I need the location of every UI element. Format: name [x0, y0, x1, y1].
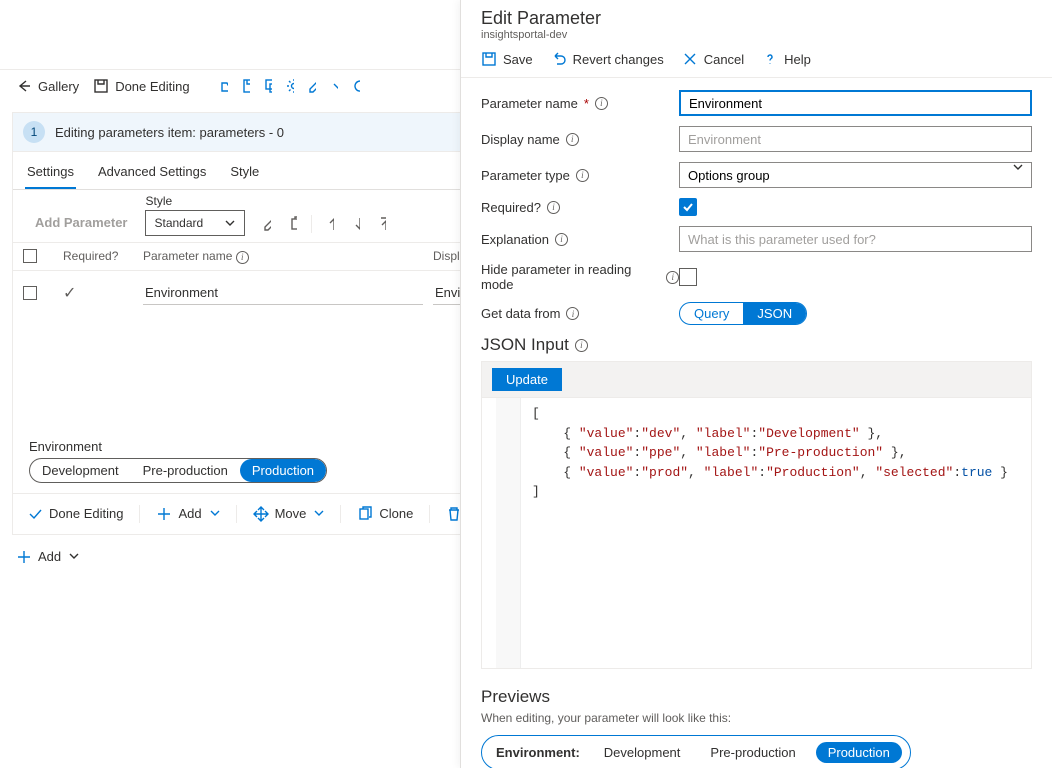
settings-icon[interactable] [282, 78, 298, 94]
add-parameter-button[interactable]: Add Parameter [25, 209, 137, 236]
json-input-heading: JSON Input i [481, 335, 1032, 355]
parameter-type-select[interactable] [679, 162, 1032, 188]
undo-icon [551, 51, 567, 67]
save-icon-2[interactable] [238, 78, 254, 94]
option-development[interactable]: Development [30, 459, 131, 482]
panel-subtitle: insightsportal-dev [481, 29, 1032, 41]
explanation-input[interactable] [679, 226, 1032, 252]
option-json[interactable]: JSON [743, 303, 806, 324]
info-icon[interactable]: i [566, 307, 579, 320]
option-preproduction[interactable]: Pre-production [131, 459, 240, 482]
tab-advanced[interactable]: Advanced Settings [96, 158, 208, 189]
required-checkbox[interactable] [679, 198, 697, 216]
step-badge: 1 [23, 121, 45, 143]
option-preproduction[interactable]: Pre-production [700, 742, 805, 763]
edit-icon[interactable] [304, 78, 320, 94]
select-all-checkbox[interactable] [23, 249, 37, 263]
revert-button[interactable]: Revert changes [551, 51, 664, 67]
options-group[interactable]: Development Pre-production Production [29, 458, 327, 483]
done-editing-link[interactable]: Done Editing [89, 76, 193, 96]
chevron-down-icon [222, 215, 238, 231]
chevron-down-icon [1010, 159, 1026, 175]
preview-label: Environment: [496, 745, 580, 760]
save-as-icon[interactable] [260, 78, 276, 94]
info-icon[interactable]: i [236, 251, 249, 264]
info-icon[interactable]: i [576, 169, 589, 182]
save-icon [93, 78, 109, 94]
update-button[interactable]: Update [492, 368, 562, 391]
tab-style[interactable]: Style [228, 158, 261, 189]
info-icon[interactable]: i [547, 201, 560, 214]
option-query[interactable]: Query [680, 303, 743, 324]
save-button[interactable]: Save [481, 51, 533, 67]
parameter-name-input[interactable] [679, 90, 1032, 116]
info-icon[interactable]: i [595, 97, 608, 110]
style-select[interactable]: Standard [145, 210, 245, 236]
chevron-down-icon [312, 506, 324, 522]
preview-control: Environment: Development Pre-production … [481, 735, 911, 768]
param-name-input[interactable] [143, 281, 423, 305]
move-icon [253, 506, 269, 522]
arrow-down-icon[interactable] [348, 216, 364, 232]
arrow-up-icon[interactable] [322, 216, 338, 232]
open-icon[interactable] [216, 78, 232, 94]
move-top-icon[interactable] [374, 216, 390, 232]
option-development[interactable]: Development [594, 742, 691, 763]
tab-settings[interactable]: Settings [25, 158, 76, 189]
chevron-down-icon [67, 549, 79, 565]
edit-icon[interactable] [259, 216, 275, 232]
edit-parameter-panel: Edit Parameter insightsportal-dev Save R… [460, 0, 1052, 768]
cancel-button[interactable]: Cancel [682, 51, 744, 67]
chevron-down-icon[interactable] [326, 78, 342, 94]
style-label: Style [145, 194, 245, 208]
help-icon [762, 51, 778, 67]
previews-section: Previews When editing, your parameter wi… [481, 687, 1032, 768]
save-icon [481, 51, 497, 67]
done-editing-button[interactable]: Done Editing [19, 502, 131, 526]
help-button[interactable]: Help [762, 51, 811, 67]
info-icon[interactable]: i [575, 339, 588, 352]
copy-icon [357, 506, 373, 522]
close-icon [682, 51, 698, 67]
display-name-input[interactable] [679, 126, 1032, 152]
chevron-down-icon [208, 506, 220, 522]
refresh-icon[interactable] [348, 78, 364, 94]
arrow-left-icon [16, 78, 32, 94]
info-icon[interactable]: i [566, 133, 579, 146]
plus-icon [16, 549, 32, 565]
previews-heading: Previews [481, 687, 1032, 707]
hide-checkbox[interactable] [679, 268, 697, 286]
plus-icon [156, 506, 172, 522]
move-button[interactable]: Move [245, 502, 333, 526]
section-title: Editing parameters item: parameters - 0 [55, 125, 284, 140]
panel-title: Edit Parameter [481, 8, 1032, 29]
required-check-icon: ✓ [63, 283, 133, 303]
check-icon [27, 506, 43, 522]
json-editor[interactable]: [ { "value":"dev", "label":"Development"… [482, 398, 1031, 668]
option-production[interactable]: Production [816, 742, 902, 763]
option-production[interactable]: Production [240, 459, 326, 482]
row-checkbox[interactable] [23, 286, 37, 300]
get-data-segmented[interactable]: Query JSON [679, 302, 807, 325]
add-button[interactable]: Add [148, 502, 227, 526]
clone-button[interactable]: Clone [349, 502, 421, 526]
previews-hint: When editing, your parameter will look l… [481, 711, 1032, 725]
gallery-link[interactable]: Gallery [12, 76, 83, 96]
info-icon[interactable]: i [555, 233, 568, 246]
panel-commands: Save Revert changes Cancel Help [461, 45, 1052, 78]
copy-icon[interactable] [285, 216, 301, 232]
info-icon[interactable]: i [666, 271, 679, 284]
